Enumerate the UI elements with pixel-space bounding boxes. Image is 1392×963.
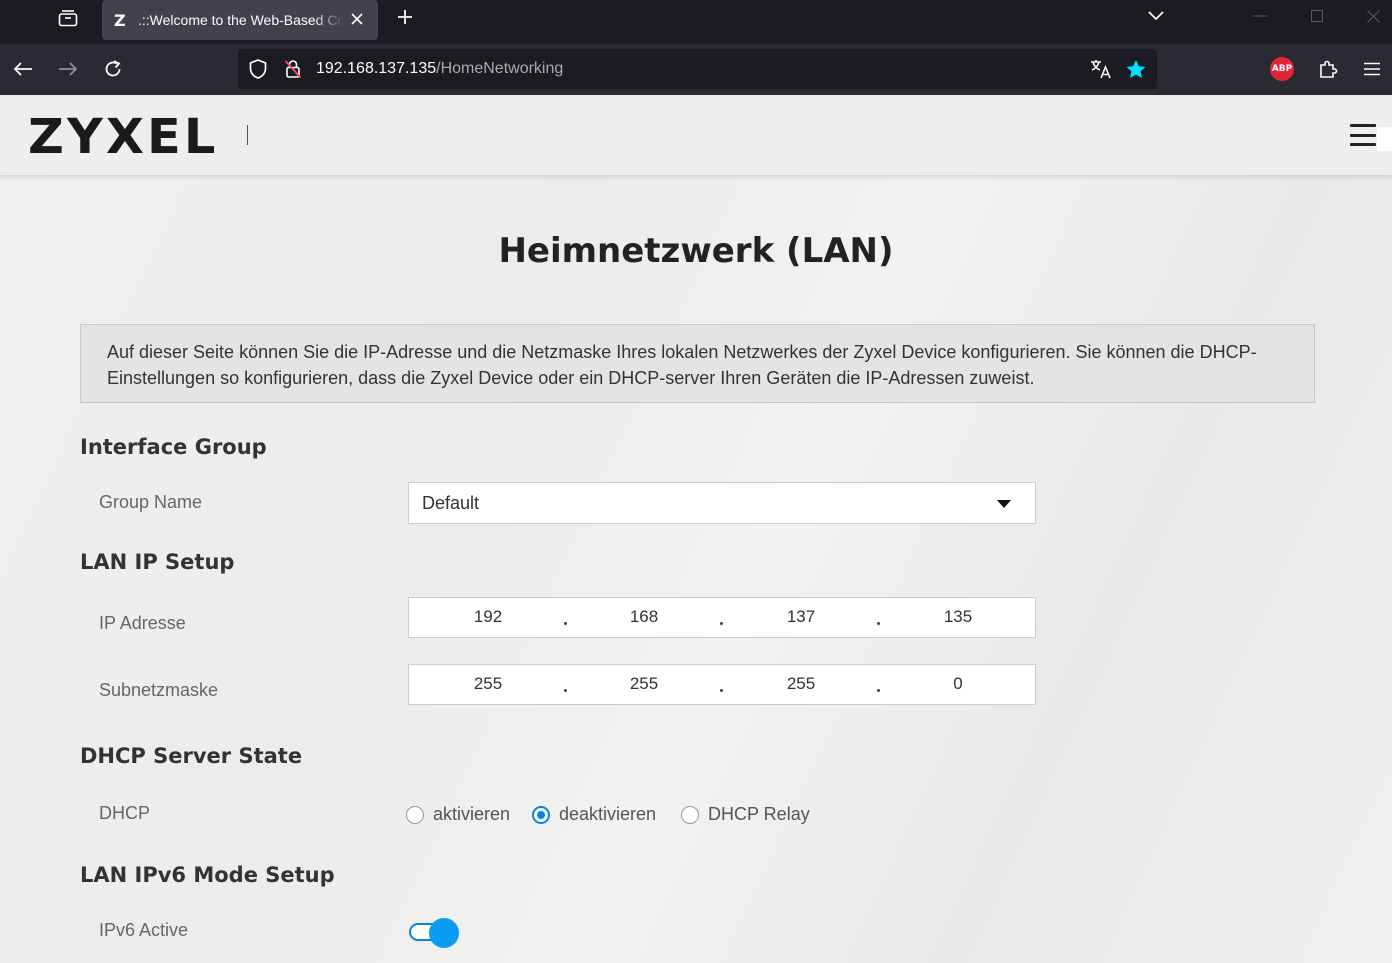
forward-arrow-right-icon[interactable]	[56, 57, 80, 81]
info-description: Auf dieser Seite können Sie die IP-Adres…	[80, 324, 1315, 403]
zyxel-favicon-icon: Z	[114, 10, 126, 30]
ip-octet-2-input[interactable]: 168	[594, 607, 694, 627]
mask-dot-separator	[564, 689, 567, 692]
dhcp-radio-dhcp-relay[interactable]	[681, 806, 699, 824]
extensions-puzzle-icon[interactable]	[1316, 57, 1340, 81]
url-host: 192.168.137.135	[316, 60, 437, 77]
dropdown-arrow-icon	[997, 500, 1011, 508]
window-close-icon[interactable]	[1361, 4, 1385, 28]
tab-overview-icon[interactable]	[54, 5, 82, 31]
site-header: ZYXEL	[0, 95, 1392, 175]
toggle-knob	[429, 918, 459, 948]
ip-dot-separator	[877, 622, 880, 625]
ip-octet-4-input[interactable]: 135	[908, 607, 1008, 627]
dhcp-option-deaktivieren-label[interactable]: deaktivieren	[559, 804, 656, 825]
header-edge-tab	[1377, 127, 1392, 151]
app-menu-hamburger-icon[interactable]	[1360, 57, 1384, 81]
mask-dot-separator	[877, 689, 880, 692]
site-menu-hamburger-icon[interactable]	[1350, 124, 1376, 146]
mask-octet-1-input[interactable]: 255	[438, 674, 538, 694]
reload-icon[interactable]	[101, 57, 125, 81]
hamburger-line	[1350, 124, 1376, 127]
new-tab-plus-icon[interactable]	[393, 5, 417, 29]
bookmark-star-icon[interactable]	[1125, 58, 1147, 80]
minimize-icon[interactable]	[1248, 4, 1272, 28]
ipv6-active-toggle[interactable]	[409, 918, 459, 948]
adblock-plus-icon[interactable]: ABP	[1270, 57, 1294, 81]
dhcp-radio-aktivieren[interactable]	[406, 806, 424, 824]
tab-bar: Z .::Welcome to the Web-Based Configurat…	[0, 0, 1392, 44]
ip-address-field: 192 168 137 135	[408, 597, 1036, 638]
ip-dot-separator	[720, 622, 723, 625]
page-title: Heimnetzwerk (LAN)	[498, 231, 894, 271]
page-content: ZYXEL Heimnetzwerk (LAN) Auf dieser Seit…	[0, 95, 1392, 963]
back-arrow-left-icon[interactable]	[11, 57, 35, 81]
group-name-selected-value: Default	[422, 493, 480, 513]
header-divider	[247, 125, 248, 145]
dhcp-label: DHCP	[99, 803, 151, 823]
url-text[interactable]: 192.168.137.135/HomeNetworking	[316, 60, 563, 78]
subnet-mask-label: Subnetzmaske	[99, 680, 219, 700]
navigation-toolbar: 192.168.137.135/HomeNetworking ABP	[0, 44, 1392, 95]
insecure-lock-icon[interactable]	[282, 58, 304, 80]
url-path: /HomeNetworking	[436, 60, 564, 77]
subnet-mask-field: 255 255 255 0	[408, 664, 1036, 705]
section-heading-lan-ip-setup: LAN IP Setup	[80, 550, 235, 574]
dhcp-radio-deaktivieren[interactable]	[532, 806, 550, 824]
ip-octet-3-input[interactable]: 137	[751, 607, 851, 627]
url-bar[interactable]: 192.168.137.135/HomeNetworking	[238, 49, 1157, 89]
mask-octet-2-input[interactable]: 255	[594, 674, 694, 694]
ipv6-active-label: IPv6 Active	[99, 920, 189, 940]
hamburger-line	[1350, 133, 1376, 137]
shield-icon[interactable]	[247, 58, 269, 80]
zyxel-logo[interactable]: ZYXEL	[28, 109, 219, 165]
ip-address-label: IP Adresse	[99, 613, 186, 633]
ip-dot-separator	[564, 622, 567, 625]
hamburger-line	[1350, 143, 1376, 146]
tab-list-chevron-down-icon[interactable]	[1144, 4, 1168, 28]
ip-octet-1-input[interactable]: 192	[438, 607, 538, 627]
section-heading-interface-group: Interface Group	[80, 435, 267, 459]
mask-dot-separator	[720, 689, 723, 692]
browser-tab-active[interactable]: Z .::Welcome to the Web-Based Configurat…	[102, 0, 378, 40]
close-tab-icon[interactable]	[346, 8, 368, 30]
translate-icon[interactable]	[1090, 58, 1112, 80]
group-name-select[interactable]: Default	[408, 482, 1036, 524]
dhcp-option-aktivieren-label[interactable]: aktivieren	[433, 804, 510, 825]
maximize-icon[interactable]	[1305, 4, 1329, 28]
section-heading-dhcp-server-state: DHCP Server State	[80, 744, 303, 768]
dhcp-option-relay-label[interactable]: DHCP Relay	[708, 804, 810, 825]
mask-octet-4-input[interactable]: 0	[908, 674, 1008, 694]
section-heading-lan-ipv6-mode-setup: LAN IPv6 Mode Setup	[80, 863, 335, 887]
group-name-label: Group Name	[99, 492, 203, 512]
tab-title: .::Welcome to the Web-Based Configurator…	[138, 12, 344, 28]
mask-octet-3-input[interactable]: 255	[751, 674, 851, 694]
